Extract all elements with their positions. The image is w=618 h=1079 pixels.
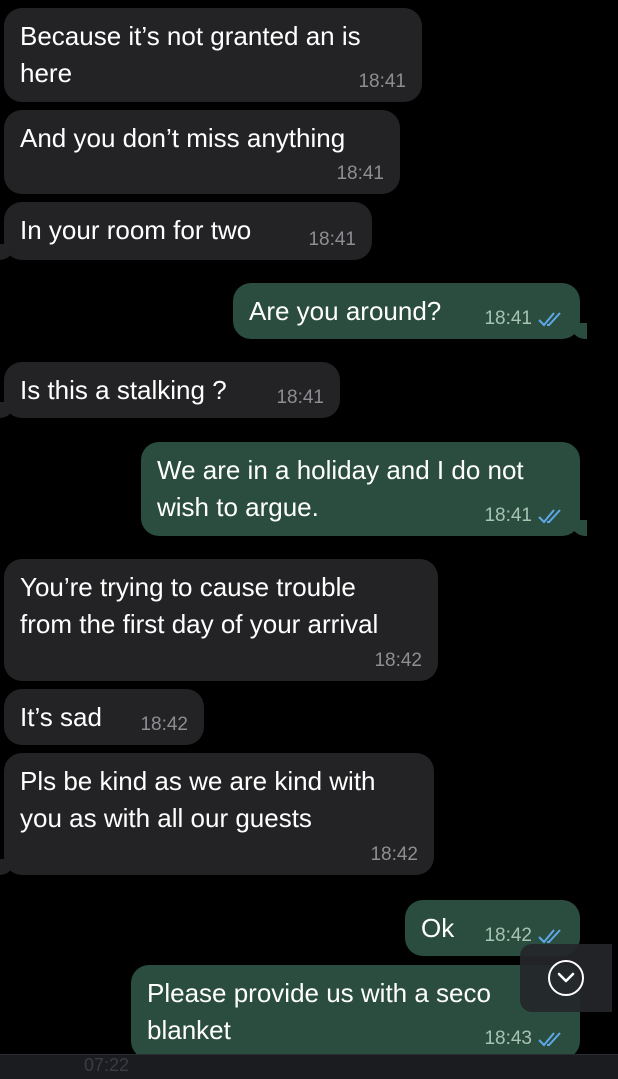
message-meta: 18:42 bbox=[374, 651, 422, 671]
message-text: Because it’s not granted an is here bbox=[20, 21, 361, 88]
chat-area[interactable]: Because it’s not granted an is here 18:4… bbox=[0, 0, 618, 1054]
message-meta: 18:43 bbox=[484, 1029, 564, 1049]
message-time: 18:42 bbox=[370, 844, 418, 865]
incoming-message[interactable]: Is this a stalking ? 18:41 bbox=[0, 362, 340, 418]
read-ticks-icon bbox=[538, 508, 564, 524]
incoming-message[interactable]: You’re trying to cause trouble from the … bbox=[4, 559, 438, 681]
message-time: 18:41 bbox=[308, 229, 356, 250]
incoming-message[interactable]: It’s sad 18:42 bbox=[4, 689, 204, 745]
bottom-ghost-text: 07:22 bbox=[84, 1055, 130, 1075]
message-time: 18:41 bbox=[484, 505, 532, 526]
outgoing-message[interactable]: We are in a holiday and I do not wish to… bbox=[141, 442, 587, 536]
message-time: 18:41 bbox=[358, 71, 406, 92]
message-text: You’re trying to cause trouble from the … bbox=[20, 572, 379, 639]
message-text: And you don’t miss anything bbox=[20, 123, 346, 153]
bubble-tail bbox=[571, 323, 587, 339]
read-ticks-icon bbox=[538, 928, 564, 944]
message-meta: 18:42 bbox=[140, 715, 188, 735]
message-time: 18:43 bbox=[484, 1028, 532, 1049]
bubble-tail bbox=[571, 520, 587, 536]
message-meta: 18:41 bbox=[308, 230, 356, 250]
message-time: 18:41 bbox=[276, 387, 324, 408]
message-meta: 18:42 bbox=[484, 926, 564, 946]
incoming-message[interactable]: Because it’s not granted an is here 18:4… bbox=[4, 8, 422, 102]
message-meta: 18:41 bbox=[276, 388, 324, 408]
bubble-tail bbox=[0, 402, 14, 418]
bubble-tail bbox=[0, 244, 14, 260]
message-meta: 18:42 bbox=[370, 845, 418, 865]
message-time: 18:42 bbox=[140, 714, 188, 735]
message-text: Pls be kind as we are kind with you as w… bbox=[20, 766, 376, 833]
message-text: In your room for two bbox=[20, 215, 252, 245]
message-time: 18:42 bbox=[484, 925, 532, 946]
bubble-tail bbox=[0, 859, 14, 875]
outgoing-message[interactable]: Please provide us with a seco blanket 18… bbox=[131, 965, 580, 1054]
scroll-to-bottom-button[interactable] bbox=[520, 944, 612, 1012]
read-ticks-icon bbox=[538, 311, 564, 327]
message-time: 18:41 bbox=[336, 163, 384, 184]
read-ticks-icon bbox=[538, 1031, 564, 1047]
chevron-down-icon bbox=[548, 960, 584, 996]
outgoing-message[interactable]: Are you around? 18:41 bbox=[233, 283, 587, 339]
message-meta: 18:41 bbox=[484, 309, 564, 329]
message-time: 18:42 bbox=[374, 650, 422, 671]
message-meta: 18:41 bbox=[336, 164, 384, 184]
incoming-message[interactable]: In your room for two 18:41 bbox=[0, 202, 372, 260]
message-meta: 18:41 bbox=[484, 506, 564, 526]
message-meta: 18:41 bbox=[358, 72, 406, 92]
message-time: 18:41 bbox=[484, 308, 532, 329]
incoming-message[interactable]: Pls be kind as we are kind with you as w… bbox=[0, 753, 434, 875]
incoming-message[interactable]: And you don’t miss anything 18:41 bbox=[4, 110, 400, 194]
